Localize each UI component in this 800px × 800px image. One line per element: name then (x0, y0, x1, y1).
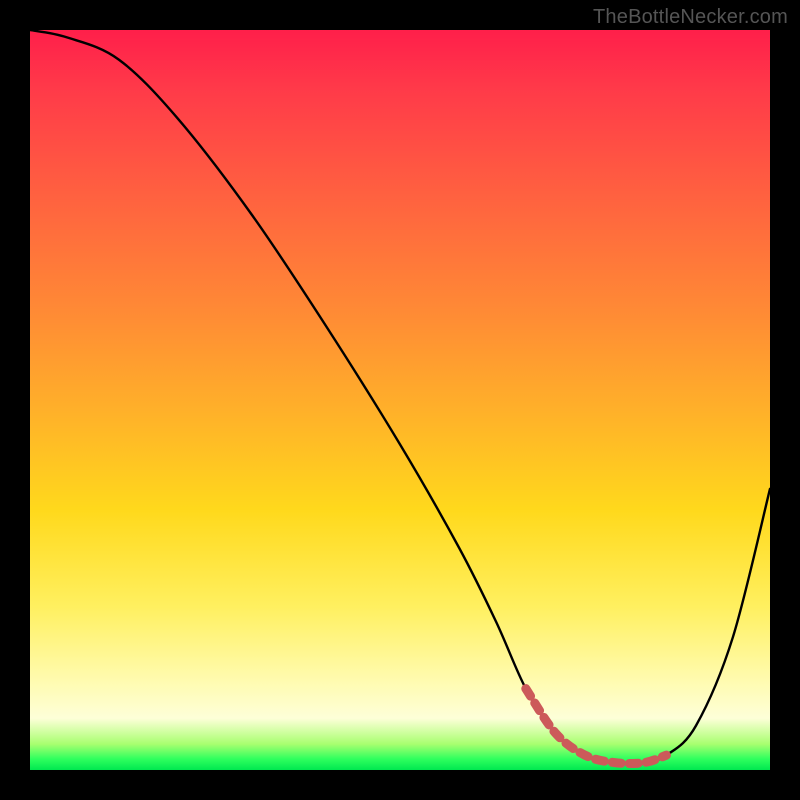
plot-area (30, 30, 770, 770)
curve-highlight (526, 689, 667, 764)
watermark-text: TheBottleNecker.com (593, 6, 788, 29)
bottleneck-curve (30, 30, 770, 770)
chart-frame: TheBottleNecker.com (0, 0, 800, 800)
curve-path (30, 30, 770, 764)
